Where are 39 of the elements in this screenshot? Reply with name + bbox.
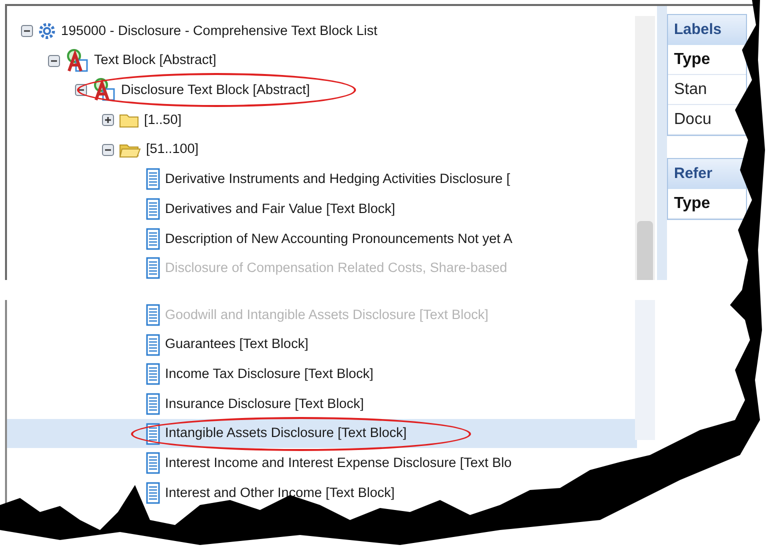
tree-item-label[interactable]: Derivative Instruments and Hedging Activities Disclosure [ — [165, 169, 510, 190]
expand-icon[interactable] — [102, 114, 114, 126]
document-icon — [146, 363, 160, 386]
tree-item-label[interactable]: Description of New Accounting Pronouncements Not yet A — [165, 228, 512, 249]
panel-header[interactable]: Labels — [668, 15, 746, 45]
abstract-element-icon — [65, 48, 89, 73]
tree-item-label[interactable]: Derivatives and Fair Value [Text Block] — [165, 198, 396, 220]
abstract-element-icon — [92, 78, 116, 102]
open-folder-icon — [119, 142, 141, 158]
document-icon — [146, 422, 160, 445]
tree-item-label[interactable]: Insurance Disclosure [Text Block] — [165, 394, 364, 414]
scrollbar[interactable] — [635, 300, 655, 440]
scrollbar[interactable] — [635, 16, 655, 280]
tree-item-label[interactable]: [1..50] — [144, 110, 182, 130]
tree-item-label[interactable]: [51..100] — [146, 139, 199, 160]
tree-item-label[interactable]: Interest Income and Interest Expense Disclosure [Text Blo — [165, 453, 512, 474]
selected-row-highlight[interactable]: Intangible Assets Disclosure [Text Block] — [7, 418, 637, 448]
document-icon — [146, 334, 160, 356]
gear-icon — [38, 22, 56, 40]
tree-item-label[interactable]: Intangible Assets Disclosure [Text Block] — [165, 423, 407, 444]
tree-item-label[interactable]: Income Tax Disclosure [Text Block] — [165, 364, 374, 384]
folder-icon — [119, 112, 139, 128]
collapse-icon[interactable] — [102, 144, 114, 156]
document-icon — [146, 482, 160, 504]
document-icon — [146, 168, 160, 190]
document-icon — [146, 452, 160, 474]
collapse-icon[interactable] — [21, 24, 33, 37]
scrollbar-thumb[interactable] — [637, 221, 653, 280]
document-icon — [146, 198, 160, 220]
document-icon — [146, 304, 160, 326]
document-icon — [146, 228, 160, 250]
tree-item-label[interactable]: Text Block [Abstract] — [94, 50, 216, 71]
document-icon — [146, 392, 160, 415]
tree-item-label[interactable]: 195000 - Disclosure - Comprehensive Text Block List — [61, 20, 378, 41]
collapse-icon[interactable] — [48, 54, 60, 67]
tree-item-label[interactable]: Interest and Other Income [Text Block] — [165, 482, 395, 504]
tree-item-label[interactable]: Guarantees [Text Block] — [165, 334, 308, 355]
panel-header[interactable]: Refer — [668, 159, 746, 189]
tree-item-label[interactable]: Disclosure Text Block [Abstract] — [121, 80, 310, 100]
